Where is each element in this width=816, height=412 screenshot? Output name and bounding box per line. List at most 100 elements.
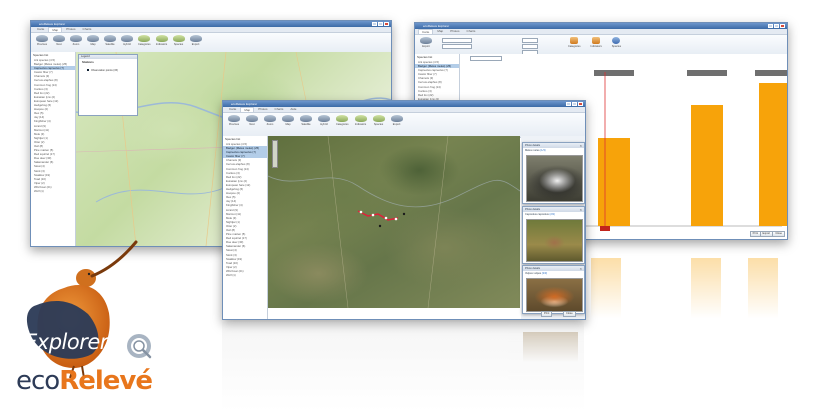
chart-bar[interactable] [759,83,787,226]
deer-photo[interactable] [526,219,583,262]
species-list-item[interactable]: Wolf (1) [31,189,75,193]
previous-icon [228,115,240,122]
close-icon[interactable] [384,22,389,26]
tab-1[interactable]: Map [434,29,446,34]
close-button[interactable]: Close [772,231,785,237]
kiwi-bird-logo [26,240,152,378]
tool-export[interactable]: Export [189,35,202,46]
tool-previous[interactable]: Previous [228,115,240,126]
brand-releve: Relevé [59,366,153,396]
ribbon-toolbar: Previous Next Zoom Map Satellite Hybrid … [223,113,585,138]
window-titlebar[interactable]: ecoReleve Explorer [31,21,391,27]
map-zoom-control[interactable] [272,140,278,168]
tool-zoom[interactable]: Zoom [264,115,276,126]
maximize-icon[interactable] [378,22,383,26]
tool-map[interactable]: Map [282,115,294,126]
tool-hybrid[interactable]: Hybrid [121,35,133,46]
close-icon[interactable] [578,102,583,106]
legend-item-label: Observation points (15) [91,69,118,72]
tab-0[interactable]: Carte [226,107,239,112]
print-button[interactable]: Print [541,311,553,317]
tool-species[interactable]: Species [172,35,185,46]
window-titlebar[interactable]: ecoReleve Explorer [223,101,585,107]
filter-field[interactable] [442,44,472,49]
close-icon[interactable]: × [580,207,582,212]
tool-label: Zoom [72,43,80,46]
satellite-map[interactable] [268,136,520,308]
tab-3[interactable]: Charts [272,107,287,112]
tool-categories[interactable]: Categories [138,35,151,46]
map-icon [282,115,294,122]
maximize-icon[interactable] [774,24,779,28]
tool-label: Indicators [155,43,168,46]
tab-2[interactable]: Photos [447,29,462,34]
tool-categories[interactable]: Categories [568,37,581,48]
tool-previous[interactable]: Previous [36,35,48,46]
bar-cap [687,70,727,76]
species-list-item[interactable]: Wolf (1) [223,273,267,277]
tool-label: Species [611,45,622,48]
close-icon[interactable]: × [580,143,582,148]
tab-0[interactable]: Carte [34,27,47,32]
ribbon-toolbar: Previous Next Zoom Map Satellite Hybrid … [31,33,391,54]
tab-4[interactable]: Aide [287,107,299,112]
chart-bar[interactable] [691,105,723,226]
maximize-icon[interactable] [572,102,577,106]
filter-field[interactable] [522,38,538,43]
tool-species[interactable]: Species [372,115,385,126]
tab-0[interactable]: Carte [418,29,434,34]
photo-panel: Photo details × Meles meles (1/3) Photo d… [521,136,585,319]
legend-item: Observation points (15) [79,65,137,72]
photo-caption: Meles meles (1/3) [523,148,584,153]
window-titlebar[interactable]: ecoReleve Explorer [415,23,787,29]
tool-label: Categories [138,43,151,46]
tool-indicators[interactable]: Indicators [591,37,602,48]
minimize-icon[interactable] [768,24,773,28]
window-title: ecoReleve Explorer [231,102,258,106]
tab-2[interactable]: Photos [255,107,270,112]
minimize-icon[interactable] [566,102,571,106]
badger-photo[interactable] [526,155,583,202]
reflection-bar [691,258,721,318]
reflection-bar [748,258,778,318]
filter-field[interactable] [522,44,538,49]
previous-icon [36,35,48,42]
cursor-marker[interactable] [600,226,610,231]
photo-card: Photo details × Capreolus capreolus (2/3) [522,206,585,264]
tool-indicators[interactable]: Indicators [354,115,367,126]
tool-map[interactable]: Map [87,35,99,46]
tool-label: Satellite [301,123,311,126]
tab-3[interactable]: Charts [80,27,95,32]
tool-satellite[interactable]: Satellite [300,115,312,126]
indicators-icon [155,35,168,42]
filter-inputs [442,38,472,49]
tool-hybrid[interactable]: Hybrid [318,115,330,126]
tool-species[interactable]: Species [612,37,621,48]
tool-export[interactable]: Export [390,115,403,126]
tool-satellite[interactable]: Satellite [104,35,116,46]
tab-1[interactable]: Map [48,27,63,32]
tool-next[interactable]: Next [53,35,65,46]
tool-export[interactable]: Export [420,37,432,48]
export-button[interactable]: Export [759,231,773,237]
categories-icon [336,115,349,122]
close-icon[interactable] [780,24,785,28]
fox-photo[interactable] [526,278,583,312]
tab-2[interactable]: Photos [63,27,78,32]
chart-bar[interactable] [598,138,630,226]
satellite-icon [300,115,312,122]
window-satellite-map: ecoReleve Explorer Carte Map Photos Char… [222,100,586,320]
tool-indicators[interactable]: Indicators [155,35,168,46]
tool-zoom[interactable]: Zoom [70,35,82,46]
tool-next[interactable]: Next [246,115,258,126]
close-icon[interactable]: × [580,266,582,271]
tool-label: Hybrid [123,43,131,46]
filter-field[interactable] [442,38,472,43]
tab-1[interactable]: Map [240,107,255,112]
close-button[interactable]: Close [563,311,576,317]
tab-3[interactable]: Charts [464,29,479,34]
minimize-icon[interactable] [372,22,377,26]
window-controls [372,22,389,26]
tool-categories[interactable]: Categories [336,115,349,126]
reflection-bar [591,258,621,318]
